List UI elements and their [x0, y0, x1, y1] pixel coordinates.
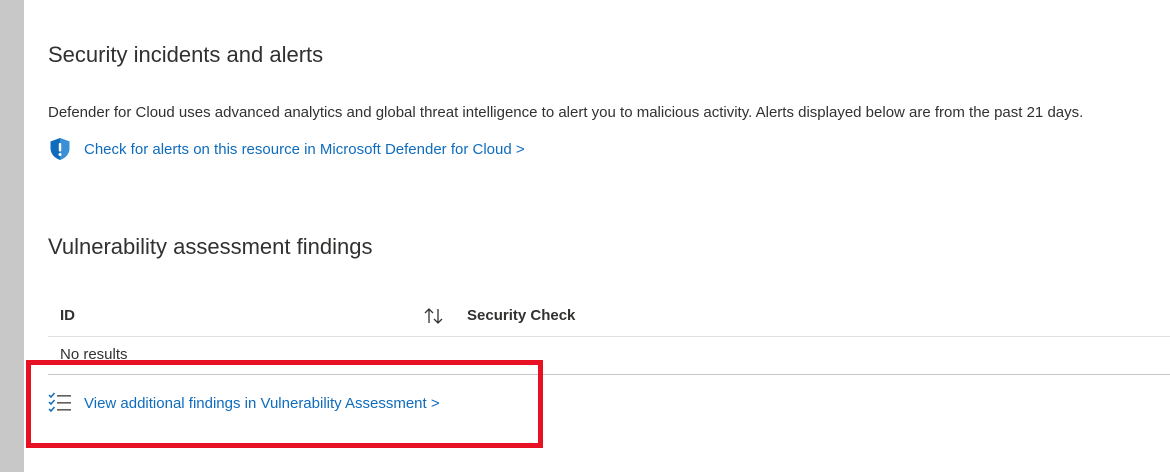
vulnerability-section-title: Vulnerability assessment findings — [48, 234, 373, 259]
column-header-security-check[interactable]: Security Check — [467, 296, 575, 336]
column-header-id[interactable]: ID — [60, 296, 75, 336]
defender-alerts-link[interactable]: Check for alerts on this resource in Mic… — [48, 137, 525, 161]
sort-arrows-icon[interactable] — [423, 306, 445, 326]
security-description: Defender for Cloud uses advanced analyti… — [48, 104, 1084, 121]
defender-alerts-link-label[interactable]: Check for alerts on this resource in Mic… — [84, 141, 525, 158]
empty-results-text: No results — [60, 346, 128, 360]
left-scroll-rail — [0, 0, 24, 472]
highlight-annotation-box — [26, 360, 543, 448]
security-section-title: Security incidents and alerts — [48, 42, 324, 67]
findings-table-header: ID Security Check — [48, 296, 1170, 337]
shield-alert-icon — [48, 137, 72, 161]
